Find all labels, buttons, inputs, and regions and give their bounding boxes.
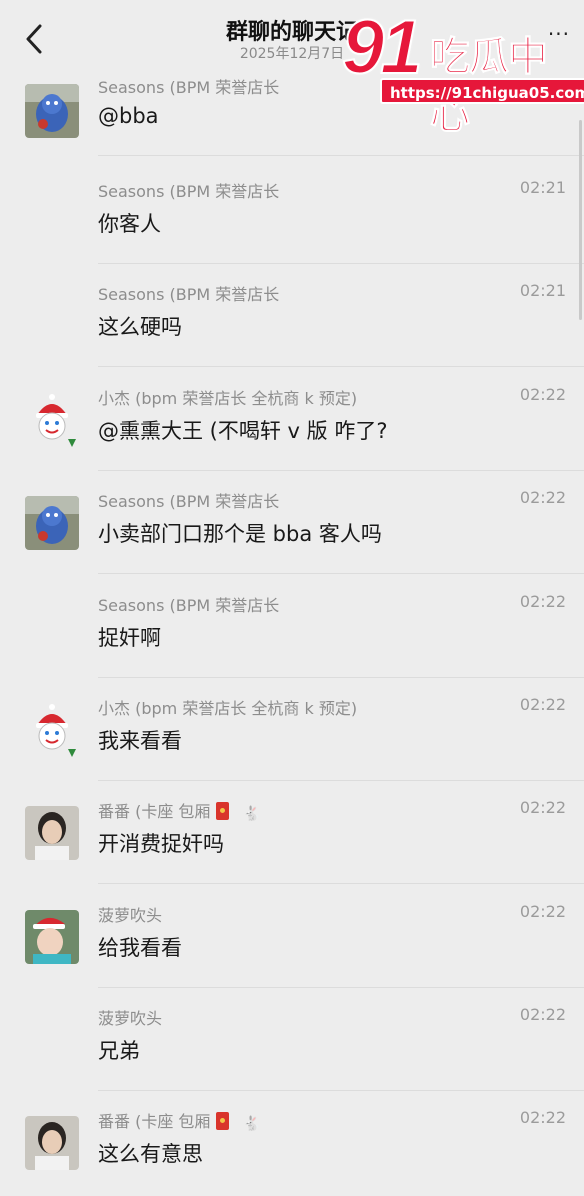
message-text[interactable]: 兄弟 bbox=[98, 1035, 140, 1065]
message-time: 02:21 bbox=[519, 281, 566, 300]
santa-hat-avatar[interactable] bbox=[25, 910, 79, 964]
snowman-avatar[interactable] bbox=[25, 703, 79, 757]
sender-name: Seasons (BPM 荣誉店长 bbox=[98, 182, 280, 201]
message-item[interactable]: Seasons (BPM 荣誉店长 02:21 你客人 bbox=[0, 178, 584, 281]
rabbit-emoji-icon: 🐇 bbox=[243, 1116, 261, 1132]
sender-name: 小杰 (bpm 荣誉店长 全杭商 k 预定) bbox=[98, 389, 358, 408]
message-text[interactable]: 我来看看 bbox=[98, 725, 182, 755]
message-text[interactable]: 这么硬吗 bbox=[98, 311, 182, 341]
sender-name: 番番 (卡座 包厢 bbox=[98, 802, 211, 821]
message-item[interactable]: 小杰 (bpm 荣誉店长 全杭商 k 预定) 02:22 @熏熏大王 (不喝轩 … bbox=[0, 385, 584, 488]
message-time: 02:22 bbox=[519, 902, 566, 921]
divider bbox=[98, 366, 584, 367]
message-text[interactable]: @bba bbox=[98, 104, 159, 128]
message-time: 02:21 bbox=[519, 178, 566, 197]
girl-avatar[interactable] bbox=[25, 1116, 79, 1170]
sender-name: 菠萝吹头 bbox=[98, 1009, 163, 1028]
sender-name: Seasons (BPM 荣誉店长 bbox=[98, 285, 280, 304]
message-text[interactable]: 捉奸啊 bbox=[98, 622, 161, 652]
message-text[interactable]: 小卖部门口那个是 bba 客人吗 bbox=[98, 518, 382, 548]
message-item[interactable]: 番番 (卡座 包厢 🐇 02:22 这么有意思 bbox=[0, 1108, 584, 1196]
watermark-url: https://91chigua05.com bbox=[380, 78, 584, 104]
blue-bear-avatar[interactable] bbox=[25, 84, 79, 138]
red-envelope-icon bbox=[216, 1112, 230, 1130]
snowman-avatar[interactable] bbox=[25, 393, 79, 447]
message-item[interactable]: Seasons (BPM 荣誉店长 02:21 这么硬吗 bbox=[0, 281, 584, 384]
message-time: 02:22 bbox=[519, 695, 566, 714]
message-item[interactable]: 番番 (卡座 包厢 🐇 02:22 开消费捉奸吗 bbox=[0, 798, 584, 901]
sender-name: Seasons (BPM 荣誉店长 bbox=[98, 492, 280, 511]
sender-name: 小杰 (bpm 荣誉店长 全杭商 k 预定) bbox=[98, 699, 358, 718]
message-text[interactable]: 你客人 bbox=[98, 208, 161, 238]
blue-bear-avatar[interactable] bbox=[25, 496, 79, 550]
message-time: 02:22 bbox=[519, 1108, 566, 1127]
divider bbox=[98, 155, 584, 156]
divider bbox=[98, 780, 584, 781]
sender-name: 番番 (卡座 包厢 bbox=[98, 1112, 211, 1131]
message-time: 02:22 bbox=[519, 385, 566, 404]
divider bbox=[98, 1090, 584, 1091]
message-text[interactable]: @熏熏大王 (不喝轩 v 版 咋了? bbox=[98, 415, 387, 445]
red-envelope-icon bbox=[216, 802, 230, 820]
divider bbox=[98, 677, 584, 678]
rabbit-emoji-icon: 🐇 bbox=[243, 806, 261, 822]
sender-name: Seasons (BPM 荣誉店长 bbox=[98, 78, 280, 97]
message-time: 02:22 bbox=[519, 798, 566, 817]
message-text[interactable]: 这么有意思 bbox=[98, 1138, 203, 1168]
scrollbar[interactable] bbox=[579, 120, 582, 320]
message-item[interactable]: Seasons (BPM 荣誉店长 02:22 捉奸啊 bbox=[0, 592, 584, 695]
sender-name: 菠萝吹头 bbox=[98, 906, 163, 925]
message-time: 02:22 bbox=[519, 1005, 566, 1024]
message-item[interactable]: 菠萝吹头 02:22 给我看看 bbox=[0, 902, 584, 1005]
divider bbox=[98, 470, 584, 471]
message-item[interactable]: 小杰 (bpm 荣誉店长 全杭商 k 预定) 02:22 我来看看 bbox=[0, 695, 584, 798]
sender-name: Seasons (BPM 荣誉店长 bbox=[98, 596, 280, 615]
message-text[interactable]: 给我看看 bbox=[98, 932, 182, 962]
message-text[interactable]: 开消费捉奸吗 bbox=[98, 828, 224, 858]
message-time: 02:22 bbox=[519, 592, 566, 611]
divider bbox=[98, 987, 584, 988]
divider bbox=[98, 883, 584, 884]
divider bbox=[98, 263, 584, 264]
divider bbox=[98, 573, 584, 574]
message-item[interactable]: Seasons (BPM 荣誉店长 02:22 小卖部门口那个是 bba 客人吗 bbox=[0, 488, 584, 591]
site-watermark: 91 吃瓜中心 https://91chigua05.com bbox=[336, 4, 584, 139]
sender-name-row: 番番 (卡座 包厢 🐇 bbox=[98, 1108, 261, 1132]
message-time: 02:22 bbox=[519, 488, 566, 507]
message-item[interactable]: 菠萝吹头 02:22 兄弟 bbox=[0, 1005, 584, 1108]
girl-avatar[interactable] bbox=[25, 806, 79, 860]
sender-name-row: 番番 (卡座 包厢 🐇 bbox=[98, 798, 261, 822]
